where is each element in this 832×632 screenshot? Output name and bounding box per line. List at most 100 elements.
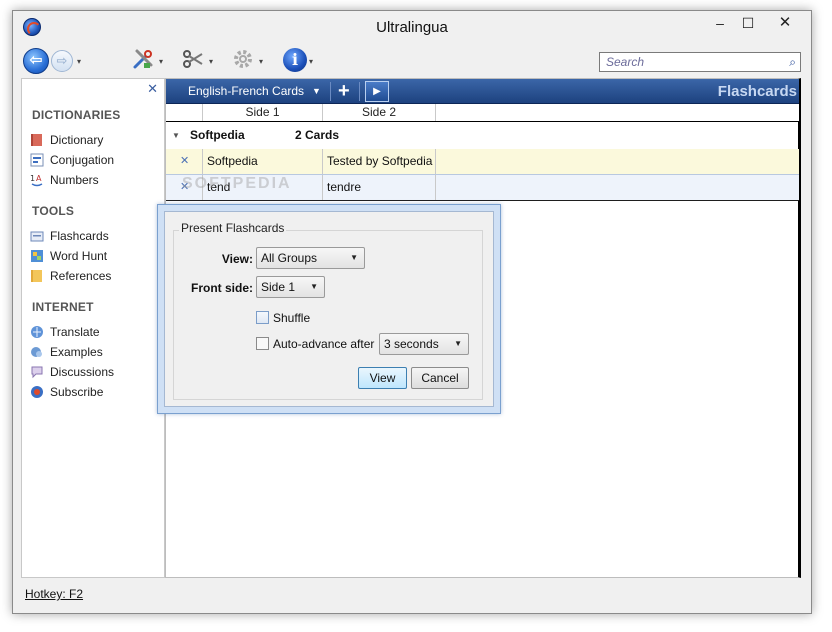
view-select[interactable]: All Groups ▼ xyxy=(256,247,365,269)
dialog-body: Present Flashcards View: All Groups ▼ Fr… xyxy=(164,211,494,407)
divider xyxy=(330,82,331,101)
chevron-down-icon[interactable]: ▼ xyxy=(312,79,321,104)
card-side-2[interactable]: Tested by Softpedia xyxy=(322,149,435,174)
present-flashcards-dialog: Present Flashcards View: All Groups ▼ Fr… xyxy=(157,204,501,414)
flashcards-icon xyxy=(30,231,44,242)
chevron-down-icon: ▼ xyxy=(310,282,318,291)
section-internet: INTERNET xyxy=(32,300,94,314)
translate-icon xyxy=(31,326,43,338)
table-row[interactable]: ✕ Softpedia Tested by Softpedia xyxy=(166,149,799,175)
sidebar-item-label: References xyxy=(50,269,112,283)
add-card-button[interactable]: + xyxy=(338,79,350,103)
references-icon xyxy=(31,270,42,282)
sidebar-item-label: Discussions xyxy=(50,365,115,379)
sidebar-item-conjugation[interactable]: Conjugation xyxy=(30,151,115,169)
auto-advance-value: 3 seconds xyxy=(384,337,439,351)
section-tools: TOOLS xyxy=(32,204,75,218)
card-side-1[interactable]: Softpedia xyxy=(202,149,322,174)
back-button[interactable]: ⇦ xyxy=(23,48,49,74)
subscribe-icon xyxy=(31,386,43,398)
divider xyxy=(359,82,360,101)
sidebar-item-discussions[interactable]: Discussions xyxy=(31,363,115,381)
present-flashcards-button[interactable]: ▶ xyxy=(365,81,389,102)
search-input[interactable]: Search ⌕ xyxy=(599,52,801,72)
shuffle-checkbox[interactable] xyxy=(256,311,269,324)
sidebar-item-label: Examples xyxy=(50,345,103,359)
word-hunt-icon xyxy=(31,250,43,262)
section-dictionaries: DICTIONARIES xyxy=(32,108,121,122)
svg-text:1: 1 xyxy=(30,174,35,183)
column-side-1[interactable]: Side 1 xyxy=(202,104,322,121)
search-placeholder: Search xyxy=(606,55,645,69)
sidebar-item-translate[interactable]: Translate xyxy=(31,323,100,341)
group-name: Softpedia xyxy=(190,128,245,142)
sidebar-item-label: Word Hunt xyxy=(50,249,108,263)
info-dropdown-icon[interactable]: ▾ xyxy=(309,57,313,66)
maximize-button[interactable]: ☐ xyxy=(735,13,761,35)
group-row[interactable]: ▼ Softpedia 2 Cards xyxy=(166,123,799,149)
tools-dropdown-icon[interactable]: ▾ xyxy=(159,57,163,66)
tools-button[interactable] xyxy=(129,47,157,75)
sidebar-item-label: Conjugation xyxy=(50,153,115,167)
title-bar: Ultralingua – ☐ ✕ xyxy=(13,11,811,43)
watermark: SOFTPEDIA xyxy=(182,175,292,192)
column-divider xyxy=(435,175,436,200)
sidebar-item-label: Flashcards xyxy=(50,229,109,243)
sidebar-item-word-hunt[interactable]: Word Hunt xyxy=(31,247,108,265)
chevron-down-icon: ▼ xyxy=(454,339,462,348)
column-divider xyxy=(435,149,436,174)
scissors-icon xyxy=(183,50,203,68)
hotkey-label[interactable]: Hotkey: F2 xyxy=(25,587,83,601)
sidebar-item-examples[interactable]: Examples xyxy=(31,343,103,361)
info-icon[interactable]: i xyxy=(283,48,307,72)
cancel-button[interactable]: Cancel xyxy=(411,367,469,389)
collapse-arrow-icon[interactable]: ▼ xyxy=(172,131,180,140)
search-icon[interactable]: ⌕ xyxy=(789,53,796,71)
sidebar-item-references[interactable]: References xyxy=(31,267,112,285)
sidebar-item-numbers[interactable]: 1A Numbers xyxy=(30,171,99,189)
examples-icon xyxy=(31,347,42,357)
minimize-button[interactable]: – xyxy=(707,13,733,35)
column-divider xyxy=(435,104,436,121)
main-toolbar: ⇦ ⇨ ▾ ▾ ▾ ▾ i ▾ Search ⌕ xyxy=(13,43,811,79)
deck-selector[interactable]: English-French Cards xyxy=(188,79,304,104)
auto-advance-label[interactable]: Auto-advance after xyxy=(273,337,374,351)
sidebar: ✕ DICTIONARIES Dictionary Conjugation 1A… xyxy=(21,78,165,578)
history-dropdown-icon[interactable]: ▾ xyxy=(77,57,81,66)
settings-button[interactable] xyxy=(229,47,257,75)
sidebar-item-subscribe[interactable]: Subscribe xyxy=(31,383,104,401)
view-button[interactable]: View xyxy=(358,367,407,389)
svg-text:A: A xyxy=(36,174,42,183)
view-label: View: xyxy=(221,252,253,266)
chevron-down-icon: ▼ xyxy=(350,253,358,262)
forward-button[interactable]: ⇨ xyxy=(51,50,73,72)
front-side-value: Side 1 xyxy=(261,280,296,294)
view-value: All Groups xyxy=(261,251,318,265)
deck-toolbar: English-French Cards ▼ + ▶ Flashcards xyxy=(166,79,799,104)
sidebar-item-label: Subscribe xyxy=(50,385,104,399)
settings-dropdown-icon[interactable]: ▾ xyxy=(259,57,263,66)
sidebar-close-icon[interactable]: ✕ xyxy=(147,81,158,97)
column-side-2[interactable]: Side 2 xyxy=(322,104,435,121)
sidebar-item-flashcards[interactable]: Flashcards xyxy=(30,227,109,245)
card-side-2[interactable]: tendre xyxy=(322,175,435,200)
discussions-icon xyxy=(31,366,43,379)
front-side-select[interactable]: Side 1 ▼ xyxy=(256,276,325,298)
book-icon xyxy=(31,134,42,146)
conjugation-icon xyxy=(30,153,44,167)
auto-advance-checkbox[interactable] xyxy=(256,337,269,350)
clip-dropdown-icon[interactable]: ▾ xyxy=(209,57,213,66)
panel-title: Flashcards xyxy=(717,83,797,100)
sidebar-item-dictionary[interactable]: Dictionary xyxy=(31,131,104,149)
shuffle-label[interactable]: Shuffle xyxy=(273,311,310,325)
table-header: Side 1 Side 2 xyxy=(166,104,799,122)
gear-icon xyxy=(234,50,252,68)
group-title: Present Flashcards xyxy=(179,221,287,235)
delete-card-icon[interactable]: ✕ xyxy=(180,154,189,167)
clip-button[interactable] xyxy=(179,47,207,75)
close-window-button[interactable]: ✕ xyxy=(765,13,805,35)
auto-advance-select[interactable]: 3 seconds ▼ xyxy=(379,333,469,355)
sidebar-item-label: Translate xyxy=(50,325,100,339)
sidebar-item-label: Dictionary xyxy=(50,133,104,147)
numbers-icon: 1A xyxy=(30,174,43,187)
